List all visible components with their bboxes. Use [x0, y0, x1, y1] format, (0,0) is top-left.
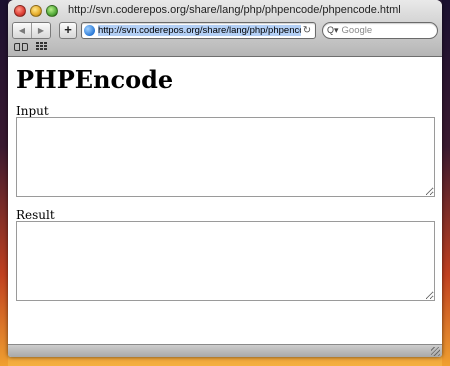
title-toolbar-area: http://svn.coderepos.org/share/lang/php/… [8, 0, 442, 57]
grid-icon[interactable] [36, 42, 48, 52]
window-title: http://svn.coderepos.org/share/lang/php/… [68, 4, 401, 16]
zoom-window-button[interactable] [46, 5, 58, 17]
address-bar[interactable]: http://svn.coderepos.org/share/lang/php/… [81, 21, 316, 39]
url-text[interactable]: http://svn.coderepos.org/share/lang/php/… [98, 24, 301, 36]
resize-grip[interactable] [431, 347, 440, 356]
desktop-background [0, 0, 8, 366]
input-textarea[interactable] [16, 117, 435, 197]
bookmarks-bar [14, 40, 48, 54]
magnifier-icon[interactable]: Q▾ [327, 25, 339, 36]
add-bookmark-button[interactable]: + [59, 21, 77, 39]
reload-icon[interactable]: ↻ [301, 25, 313, 36]
history-buttons: ◀ ▶ [12, 21, 51, 39]
globe-icon [84, 24, 95, 36]
page-content: PHPEncode Input Result [8, 57, 442, 345]
page-title: PHPEncode [16, 65, 174, 94]
back-button[interactable]: ◀ [13, 22, 31, 38]
open-book-icon[interactable] [14, 42, 28, 52]
forward-button[interactable]: ▶ [31, 22, 50, 38]
navigation-toolbar: ◀ ▶ + http://svn.coderepos.org/share/lan… [12, 21, 438, 39]
window-controls [14, 5, 58, 17]
close-window-button[interactable] [14, 5, 26, 17]
browser-window: http://svn.coderepos.org/share/lang/php/… [8, 0, 442, 357]
result-label: Result [16, 208, 55, 222]
input-label: Input [16, 104, 49, 118]
minimize-window-button[interactable] [30, 5, 42, 17]
status-bar [8, 344, 442, 357]
search-field[interactable]: Q▾ Google [322, 21, 438, 39]
result-textarea[interactable] [16, 221, 435, 301]
desktop-background-right [442, 0, 450, 366]
search-placeholder: Google [341, 24, 373, 36]
